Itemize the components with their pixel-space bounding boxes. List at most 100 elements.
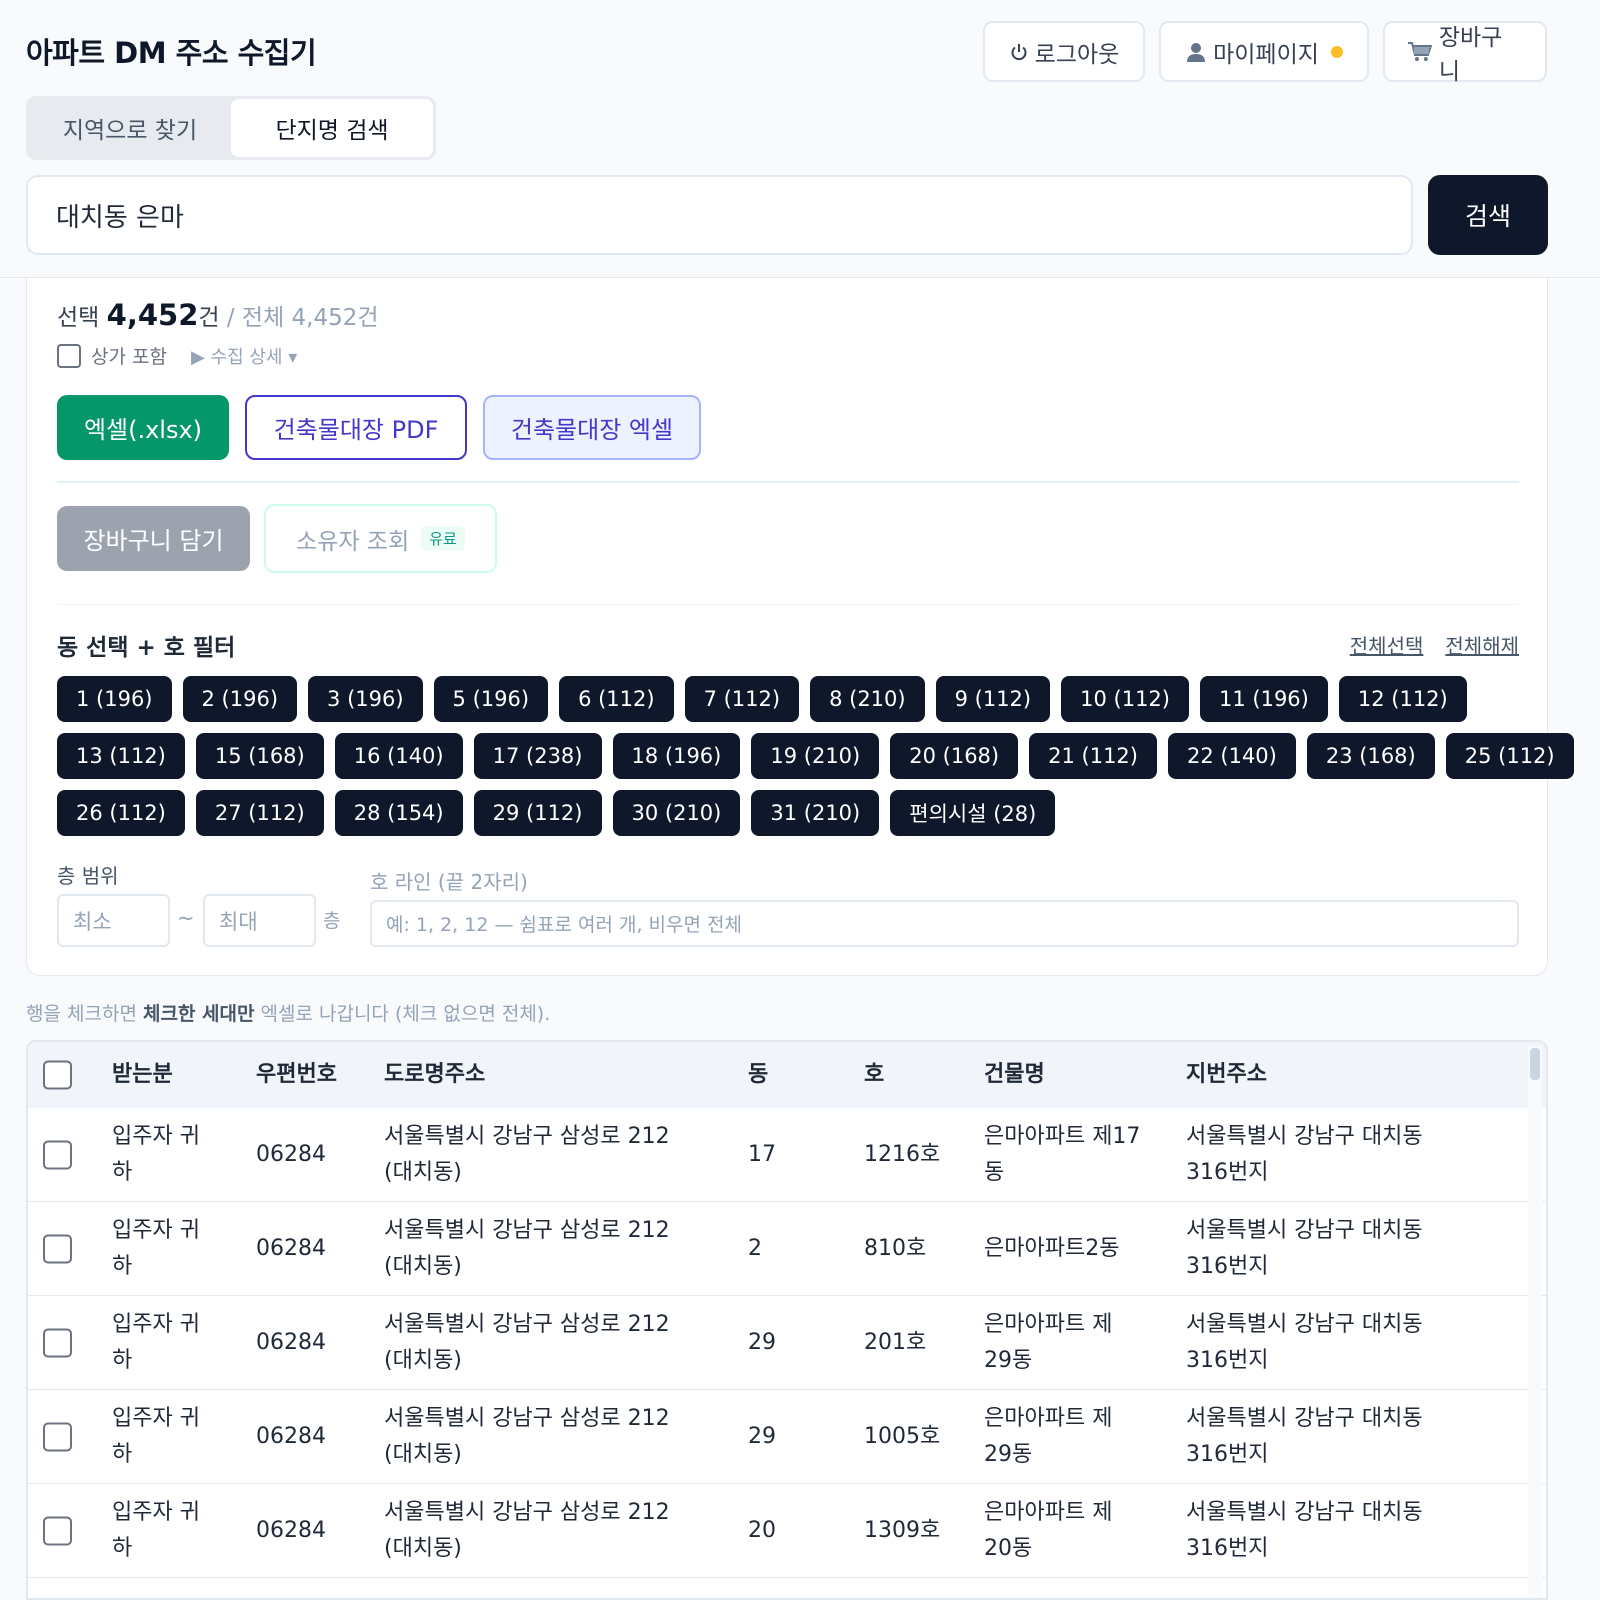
table-row[interactable]: 입주자 귀 하 06284 서울특별시 강남구 삼성로 212 (대치동) 17 1216호…: [28, 1108, 1546, 1202]
table-header: 받는분 우편번호 도로명주소 동 호 건물명 지번주소: [28, 1042, 1546, 1108]
cell-zipcode: 06284: [256, 1235, 326, 1261]
header-dong[interactable]: 동: [748, 1057, 768, 1093]
dong-chip[interactable]: 27 (112): [195, 790, 324, 836]
excel-download-button[interactable]: 엑셀(.xlsx): [57, 395, 229, 460]
export-actions: 엑셀(.xlsx) 건축물대장 PDF 건축물대장 엑셀: [57, 395, 701, 460]
dong-chip[interactable]: 12 (112): [1338, 676, 1467, 722]
cell-line: 서울특별시 강남구 대치동: [1186, 1123, 1423, 1149]
select-all-rows-checkbox[interactable]: [43, 1060, 72, 1090]
dong-chip-list: 1 (196) 2 (196) 3 (196) 5 (196) 6 (112) 7 (11…: [57, 676, 1574, 847]
cell-zipcode: 06284: [256, 1517, 326, 1543]
cell-jibun: 서울특별시 강남구 대치동 316번지: [1186, 1401, 1423, 1473]
dong-chip[interactable]: 편의시설 (28): [890, 790, 1056, 836]
cell-recipient: 입주자 귀하: [112, 1495, 200, 1567]
header-road-address[interactable]: 도로명주소: [384, 1057, 485, 1093]
power-icon: [1011, 43, 1027, 60]
row-checkbox[interactable]: [43, 1516, 72, 1545]
table-row[interactable]: 입주자 귀 하 06284 서울특별시 강남구 삼성로 212 (대치동) 2 810호 은마…: [28, 1202, 1546, 1296]
dong-chip[interactable]: 2 (196): [182, 676, 298, 722]
cell-line: 하: [112, 1441, 133, 1467]
dong-chip[interactable]: 8 (210): [810, 676, 925, 722]
floor-max-input[interactable]: 최대: [203, 894, 316, 947]
chip-row: 13 (112) 15 (168) 16 (140) 17 (238) 18 (196)…: [57, 733, 1574, 779]
cell-line: 은마아파트 제: [984, 1311, 1113, 1337]
dong-chip[interactable]: 20 (168): [890, 733, 1019, 779]
dong-chip[interactable]: 7 (112): [684, 676, 800, 722]
cell-line: 입주자 귀: [112, 1311, 200, 1337]
cell-line: 하: [112, 1347, 133, 1373]
dong-chip[interactable]: 30 (210): [612, 790, 741, 836]
table-scrollbar[interactable]: [1528, 1046, 1542, 1598]
cell-line: 은마아파트 제: [984, 1405, 1113, 1431]
dong-chip[interactable]: 16 (140): [334, 733, 463, 779]
dong-chip[interactable]: 3 (196): [308, 676, 423, 722]
dong-chip[interactable]: 17 (238): [473, 733, 602, 779]
owner-lookup-button[interactable]: 소유자 조회 유료: [264, 504, 497, 573]
tab-region-search[interactable]: 지역으로 찾기: [29, 99, 231, 157]
scrollbar-thumb[interactable]: [1530, 1048, 1540, 1080]
dong-chip[interactable]: 21 (112): [1029, 733, 1157, 779]
tab-complex-search[interactable]: 단지명 검색: [231, 99, 433, 157]
cell-line: 은마아파트2동: [984, 1235, 1120, 1261]
export-hint: 행을 체크하면 체크한 세대만 엑셀로 나갑니다 (체크 없으면 전체).: [26, 999, 550, 1026]
header-recipient[interactable]: 받는분: [112, 1057, 173, 1093]
header-building[interactable]: 건물명: [984, 1057, 1045, 1093]
table-row[interactable]: 입주자 귀 하 06284 서울특별시 강남구 삼성로 212 (대치동) 29 201호 은…: [28, 1296, 1546, 1390]
dong-chip[interactable]: 15 (168): [195, 733, 324, 779]
dong-chip[interactable]: 6 (112): [559, 676, 674, 722]
dong-chip[interactable]: 13 (112): [57, 733, 185, 779]
total-count: / 전체 4,452건: [226, 305, 379, 331]
dong-chip[interactable]: 9 (112): [935, 676, 1051, 722]
building-register-pdf-button[interactable]: 건축물대장 PDF: [245, 395, 467, 460]
cell-zipcode: 06284: [256, 1141, 326, 1167]
header-ho[interactable]: 호: [864, 1057, 884, 1093]
dong-chip[interactable]: 25 (112): [1445, 733, 1574, 779]
cell-line: 서울특별시 강남구 삼성로 212: [384, 1405, 670, 1431]
address-table: 받는분 우편번호 도로명주소 동 호 건물명 지번주소 입주자 귀 하 06284 서…: [26, 1040, 1548, 1600]
paid-badge: 유료: [421, 526, 465, 551]
dong-chip[interactable]: 23 (168): [1306, 733, 1435, 779]
table-row[interactable]: 입주자 귀 하 06284 서울특별시 강남구 삼성로 212 (대치동) 20 1309호…: [28, 1484, 1546, 1578]
complex-search-input[interactable]: 대치동 은마: [26, 175, 1413, 255]
dong-chip[interactable]: 22 (140): [1168, 733, 1296, 779]
dong-chip[interactable]: 18 (196): [612, 733, 741, 779]
floor-min-input[interactable]: 최소: [57, 894, 170, 947]
hint-text: 행을 체크하면: [26, 1003, 143, 1025]
hint-emphasis: 체크한 세대만: [142, 1003, 255, 1025]
row-checkbox[interactable]: [43, 1328, 72, 1357]
selection-prefix: 선택: [57, 305, 100, 331]
range-separator: ~: [177, 906, 195, 930]
cell-line: 316번지: [1186, 1159, 1269, 1185]
table-row[interactable]: 입주자 귀 하 06284 서울특별시 강남구 삼성로 212 (대치동) 29 1005호…: [28, 1390, 1546, 1484]
cell-line: 29동: [984, 1347, 1033, 1373]
dong-chip[interactable]: 10 (112): [1061, 676, 1189, 722]
dong-chip[interactable]: 19 (210): [751, 733, 880, 779]
dong-chip[interactable]: 11 (196): [1200, 676, 1328, 722]
cart-button[interactable]: 장바구니: [1383, 21, 1547, 85]
dong-chip[interactable]: 31 (210): [751, 790, 880, 836]
chip-row: 1 (196) 2 (196) 3 (196) 5 (196) 6 (112) 7 (11…: [57, 676, 1519, 722]
deselect-all-link[interactable]: 전체해제: [1445, 630, 1519, 659]
select-all-link[interactable]: 전체선택: [1350, 630, 1424, 659]
header-jibun[interactable]: 지번주소: [1186, 1057, 1267, 1093]
header-zipcode[interactable]: 우편번호: [256, 1057, 337, 1093]
dong-chip[interactable]: 26 (112): [57, 790, 185, 836]
dong-chip[interactable]: 1 (196): [57, 676, 172, 722]
hint-text: 엑셀로 나갑니다 (체크 없으면 전체).: [254, 1003, 551, 1025]
row-checkbox[interactable]: [43, 1140, 72, 1169]
dong-chip[interactable]: 5 (196): [433, 676, 549, 722]
mypage-button[interactable]: 마이페이지: [1159, 21, 1369, 82]
dong-chip[interactable]: 28 (154): [334, 790, 463, 836]
collection-detail-toggle[interactable]: ▶ 수집 상세 ▾: [191, 343, 297, 369]
building-register-excel-button[interactable]: 건축물대장 엑셀: [483, 395, 701, 460]
cell-line: 입주자 귀: [112, 1217, 200, 1243]
row-checkbox[interactable]: [43, 1234, 72, 1263]
dong-chip[interactable]: 29 (112): [473, 790, 602, 836]
row-checkbox[interactable]: [43, 1422, 72, 1451]
add-to-cart-button[interactable]: 장바구니 담기: [57, 506, 250, 571]
ho-line-input[interactable]: 예: 1, 2, 12 — 쉼표로 여러 개, 비우면 전체: [370, 900, 1519, 947]
cell-road: 서울특별시 강남구 삼성로 212 (대치동): [384, 1213, 670, 1285]
logout-button[interactable]: 로그아웃: [983, 21, 1145, 82]
include-shops-checkbox[interactable]: [57, 343, 81, 368]
search-button[interactable]: 검색: [1428, 175, 1548, 255]
